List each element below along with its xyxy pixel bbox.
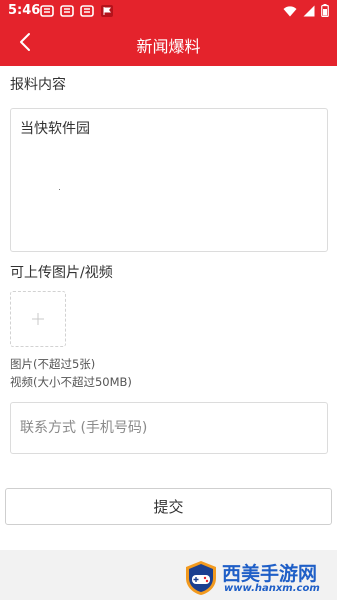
video-limit-hint: 视频(大小不超过50MB) bbox=[10, 375, 132, 389]
app-notification-icon bbox=[40, 4, 54, 18]
gamepad-logo-icon bbox=[184, 560, 218, 596]
page-title: 新闻爆料 bbox=[136, 37, 201, 56]
flag-notification-icon bbox=[100, 4, 114, 18]
report-form: 报料内容 当快软件园 可上传图片/视频 图片(不超过5张) 视频(大小不超过50… bbox=[0, 66, 337, 550]
app-notification-icon bbox=[80, 4, 94, 18]
app-header: 5:46 新闻爆料 bbox=[0, 0, 337, 66]
upload-label: 可上传图片/视频 bbox=[10, 265, 113, 281]
watermark-title: 西美手游网 bbox=[222, 563, 318, 585]
app-notification-icon bbox=[60, 4, 74, 18]
status-indicators bbox=[283, 2, 329, 21]
image-limit-hint: 图片(不超过5张) bbox=[10, 357, 96, 371]
content-label: 报料内容 bbox=[10, 77, 66, 93]
plus-icon bbox=[32, 310, 44, 329]
watermark: 西美手游网 www.hanxm.com bbox=[184, 558, 332, 598]
content-textarea[interactable]: 当快软件园 bbox=[10, 108, 328, 252]
wifi-icon bbox=[283, 2, 297, 21]
status-time: 5:46 bbox=[8, 3, 41, 18]
upload-media-button[interactable] bbox=[10, 291, 66, 347]
text-cursor bbox=[59, 189, 60, 190]
content-textarea-value: 当快软件园 bbox=[20, 121, 90, 137]
submit-button[interactable]: 提交 bbox=[5, 488, 332, 525]
battery-icon bbox=[321, 2, 329, 21]
status-bar: 5:46 bbox=[0, 0, 337, 22]
nav-bar: 新闻爆料 bbox=[0, 22, 337, 66]
contact-phone-input[interactable] bbox=[10, 402, 328, 454]
signal-icon bbox=[303, 2, 315, 21]
watermark-url: www.hanxm.com bbox=[224, 583, 320, 594]
